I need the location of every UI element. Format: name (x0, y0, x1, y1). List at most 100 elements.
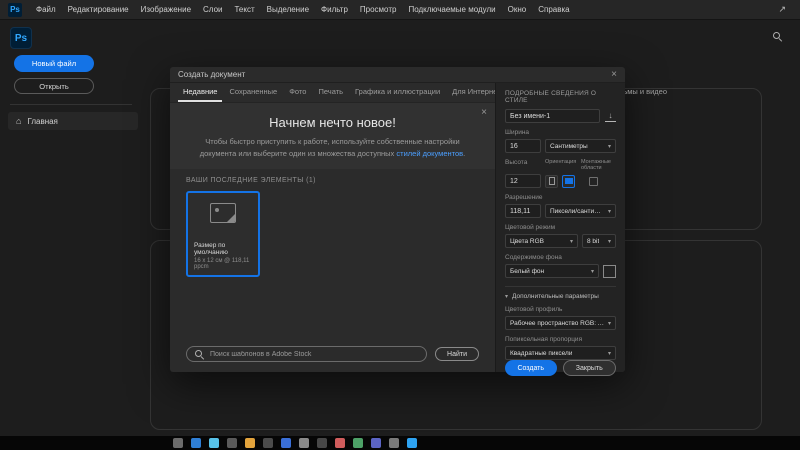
resolution-row: Пиксели/сантиметр ▾ (505, 204, 616, 218)
chevron-down-icon: ▾ (608, 238, 611, 245)
search-icon[interactable] (773, 28, 784, 39)
banner-suffix: . (463, 149, 465, 158)
color-mode-select[interactable]: Цвета RGB ▾ (505, 234, 578, 248)
preset-tabs: Недавние Сохраненные Фото Печать Графика… (170, 83, 495, 103)
save-preset-icon[interactable]: ↓ (605, 111, 616, 122)
taskbar-app-icon-13[interactable] (389, 438, 399, 448)
pixel-aspect-select[interactable]: Квадратные пиксели ▾ (505, 346, 616, 360)
image-placeholder-icon (210, 203, 236, 223)
height-input[interactable] (505, 174, 541, 188)
background-label: Содержимое фона (505, 254, 616, 261)
windows-taskbar (0, 436, 800, 450)
resolution-label: Разрешение (505, 194, 616, 201)
resolution-units-select[interactable]: Пиксели/сантиметр ▾ (545, 204, 616, 218)
taskbar-app-icon-4[interactable] (227, 438, 237, 448)
photoshop-window: Ps Файл Редактирование Изображение Слои … (0, 0, 800, 450)
pixel-aspect-row: Квадратные пиксели ▾ (505, 346, 616, 360)
menu-plugins[interactable]: Подключаемые модули (402, 0, 501, 20)
menu-edit[interactable]: Редактирование (62, 0, 135, 20)
tab-recent[interactable]: Недавние (178, 83, 222, 102)
color-mode-label: Цветовой режим (505, 224, 616, 231)
dialog-close-icon[interactable]: × (611, 70, 617, 80)
bit-depth-value: 8 bit (587, 238, 599, 245)
preset-card-title: Размер по умолчанию (194, 242, 252, 256)
find-button[interactable]: Найти (435, 347, 479, 361)
recent-preset-card[interactable]: Размер по умолчанию 16 x 12 см @ 118,11 … (186, 191, 260, 277)
stock-search-field[interactable] (186, 346, 427, 362)
units-value: Сантиметры (550, 143, 588, 150)
dialog-titlebar: Создать документ × (170, 67, 625, 83)
orientation-landscape-button[interactable] (562, 175, 575, 188)
orientation-label: Ориентация (545, 159, 577, 171)
tab-art-illustration[interactable]: Графика и иллюстрации (350, 83, 445, 102)
color-profile-label: Цветовой профиль (505, 306, 616, 313)
artboards-checkbox[interactable] (589, 177, 598, 186)
close-button[interactable]: Закрыть (563, 360, 617, 376)
taskbar-app-icon-6[interactable] (263, 438, 273, 448)
color-profile-select[interactable]: Рабочее пространство RGB: Adobe... ▾ (505, 316, 616, 330)
taskbar-app-icon-3[interactable] (209, 438, 219, 448)
width-row: Сантиметры ▾ (505, 139, 616, 153)
new-file-button[interactable]: Новый файл (14, 55, 94, 72)
create-button[interactable]: Создать (505, 360, 557, 376)
banner-close-icon[interactable]: × (481, 107, 487, 118)
menu-file[interactable]: Файл (30, 0, 62, 20)
advanced-options-toggle[interactable]: ▾ Дополнительные параметры (505, 286, 616, 300)
stock-search-input[interactable] (210, 351, 418, 358)
preset-details-panel: ПОДРОБНЫЕ СВЕДЕНИЯ О СТИЛЕ ↓ Ширина Сант… (495, 83, 625, 372)
bit-depth-select[interactable]: 8 bit ▾ (582, 234, 616, 248)
share-icon[interactable]: ↗ (772, 4, 792, 15)
units-select[interactable]: Сантиметры ▾ (545, 139, 616, 153)
taskbar-app-icon-7[interactable] (281, 438, 291, 448)
menu-view[interactable]: Просмотр (354, 0, 403, 20)
left-column-spacer (170, 277, 495, 346)
menu-image[interactable]: Изображение (135, 0, 197, 20)
taskbar-app-icon-14[interactable] (407, 438, 417, 448)
taskbar-app-icon-12[interactable] (371, 438, 381, 448)
menu-type[interactable]: Текст (228, 0, 260, 20)
document-presets-link[interactable]: стилей документов (396, 149, 463, 158)
taskbar-app-icon-10[interactable] (335, 438, 345, 448)
menu-help[interactable]: Справка (532, 0, 575, 20)
sidebar-item-home[interactable]: ⌂ Главная (8, 112, 138, 130)
open-button[interactable]: Открыть (14, 78, 94, 94)
orientation-portrait-button[interactable] (545, 175, 558, 188)
document-name-input[interactable] (505, 109, 600, 123)
recent-items-heading: ВАШИ ПОСЛЕДНИЕ ЭЛЕМЕНТЫ (1) (186, 177, 479, 184)
tab-photo[interactable]: Фото (284, 83, 311, 102)
preset-card-size: 16 x 12 см @ 118,11 ppcm (194, 258, 252, 270)
background-color-swatch[interactable] (603, 265, 616, 278)
document-name-row: ↓ (505, 109, 616, 123)
taskbar-app-icon-8[interactable] (299, 438, 309, 448)
landscape-icon (565, 178, 573, 184)
resolution-units-value: Пиксели/сантиметр (550, 208, 605, 215)
new-document-dialog: Создать документ × Недавние Сохраненные … (170, 67, 625, 372)
sidebar-item-home-label: Главная (27, 117, 57, 126)
color-mode-row: Цвета RGB ▾ 8 bit ▾ (505, 234, 616, 248)
menu-select[interactable]: Выделение (261, 0, 315, 20)
dialog-left-column: Недавние Сохраненные Фото Печать Графика… (170, 83, 495, 372)
taskbar-app-icon-9[interactable] (317, 438, 327, 448)
taskbar-app-icon-1[interactable] (173, 438, 183, 448)
menu-layers[interactable]: Слои (197, 0, 228, 20)
tab-print[interactable]: Печать (313, 83, 348, 102)
taskbar-app-icon-2[interactable] (191, 438, 201, 448)
tab-saved[interactable]: Сохраненные (224, 83, 282, 102)
home-icon: ⌂ (16, 116, 21, 126)
menu-filter[interactable]: Фильтр (315, 0, 354, 20)
stock-search-row: Найти (170, 346, 495, 372)
width-label: Ширина (505, 129, 616, 136)
height-label: Высота (505, 159, 541, 171)
chevron-down-icon: ▾ (591, 268, 594, 275)
background-select[interactable]: Белый фон ▾ (505, 264, 599, 278)
banner-text: Чтобы быстро приступить к работе, исполь… (190, 136, 475, 159)
panel-heading: ПОДРОБНЫЕ СВЕДЕНИЯ О СТИЛЕ (505, 90, 616, 104)
width-input[interactable] (505, 139, 541, 153)
resolution-input[interactable] (505, 204, 541, 218)
taskbar-app-icon-5[interactable] (245, 438, 255, 448)
search-icon-small (195, 350, 204, 359)
menubar: Ps Файл Редактирование Изображение Слои … (0, 0, 800, 20)
menu-window[interactable]: Окно (502, 0, 533, 20)
chevron-down-icon: ▾ (608, 208, 611, 215)
taskbar-app-icon-11[interactable] (353, 438, 363, 448)
